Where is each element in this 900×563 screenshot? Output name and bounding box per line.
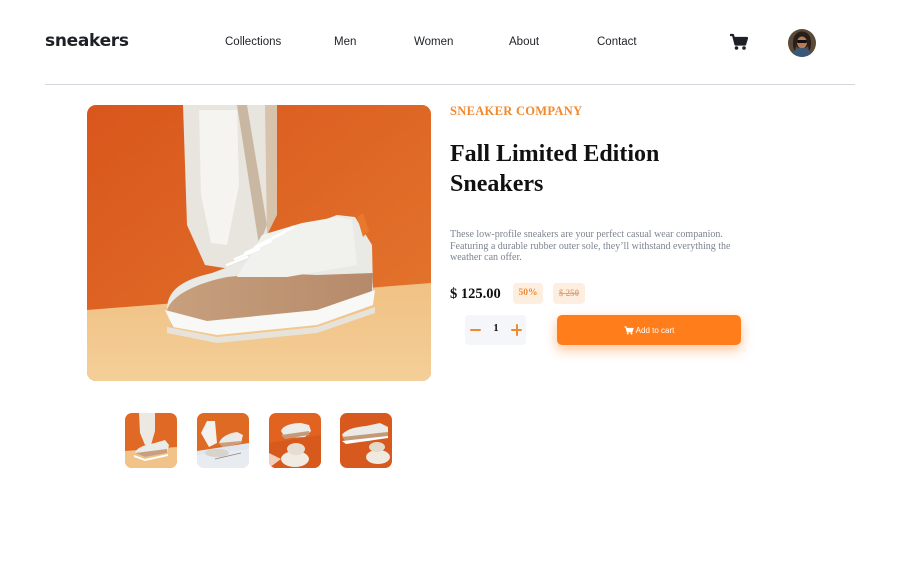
nav-link-women[interactable]: Women: [414, 36, 453, 48]
cart-icon: [624, 325, 634, 334]
main-nav: Collections Men Women About Contact: [0, 36, 900, 52]
quantity-stepper: 1: [465, 315, 526, 345]
original-price: $ 250: [553, 283, 585, 304]
nav-link-men[interactable]: Men: [334, 36, 356, 48]
plus-icon[interactable]: [510, 323, 524, 337]
avatar[interactable]: [788, 29, 816, 57]
header-divider: [45, 84, 855, 85]
add-to-cart-label: Add to cart: [635, 325, 675, 335]
nav-link-contact[interactable]: Contact: [597, 36, 637, 48]
current-price: $ 125.00: [450, 286, 501, 302]
discount-badge: 50%: [513, 283, 543, 304]
product-main-image[interactable]: [87, 105, 431, 381]
add-to-cart-button[interactable]: Add to cart: [557, 315, 741, 345]
quantity-value: 1: [493, 323, 499, 334]
nav-link-about[interactable]: About: [509, 36, 539, 48]
cart-icon[interactable]: [729, 33, 749, 51]
minus-icon[interactable]: [469, 323, 483, 337]
thumbnail-3[interactable]: [269, 413, 321, 468]
product-title: Fall Limited Edition Sneakers: [450, 141, 660, 197]
nav-link-collections[interactable]: Collections: [225, 36, 281, 48]
company-name: SNEAKER COMPANY: [450, 104, 583, 118]
thumbnail-4[interactable]: [340, 413, 392, 468]
product-description: These low-profile sneakers are your perf…: [450, 229, 731, 263]
thumbnail-1[interactable]: [125, 413, 177, 468]
thumbnail-2[interactable]: [197, 413, 249, 468]
